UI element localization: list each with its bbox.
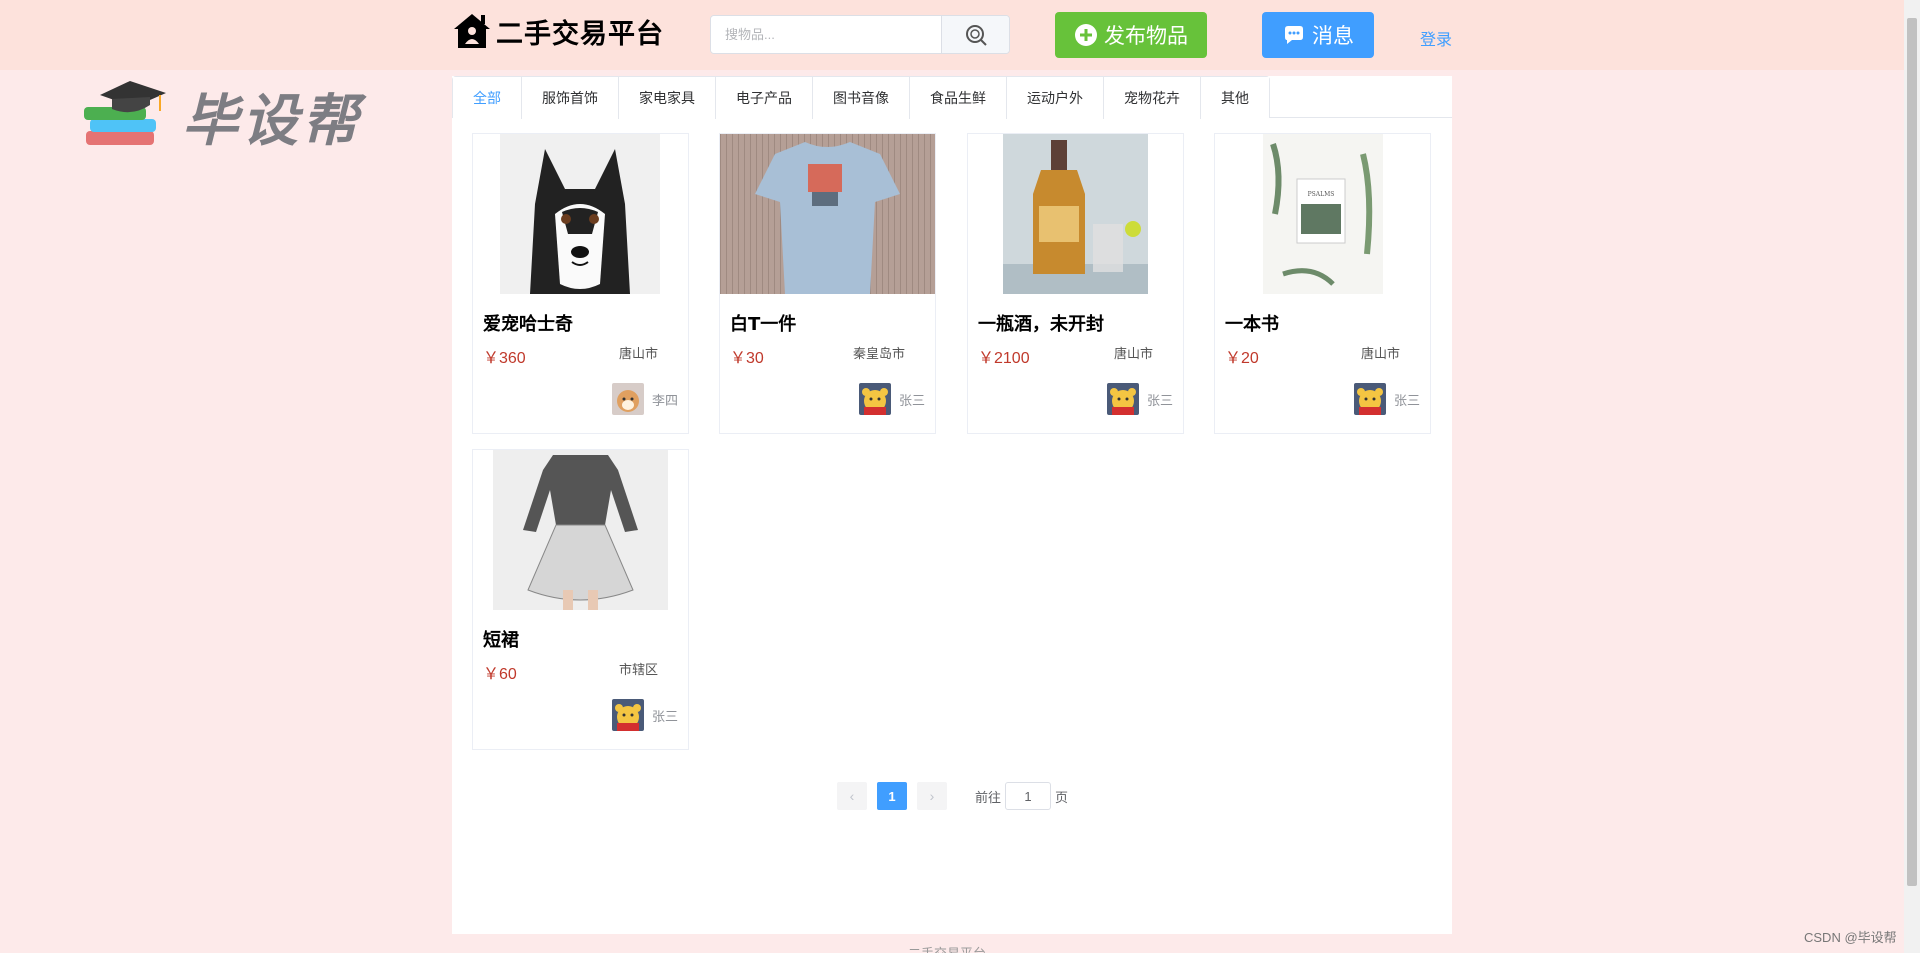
avatar	[611, 699, 644, 731]
search-button[interactable]	[941, 16, 1009, 53]
product-seller: 张三	[611, 699, 678, 731]
prev-page-button[interactable]: ‹	[837, 782, 867, 810]
page-number-current[interactable]: 1	[877, 782, 907, 810]
seller-name: 张三	[651, 708, 678, 724]
product-image	[500, 134, 660, 294]
top-header: 二手交易平台 发布物品 消息 登录	[0, 0, 1904, 70]
tab-clothing[interactable]: 服饰首饰	[521, 77, 618, 119]
seller-name: 张三	[1146, 392, 1173, 408]
message-label: 消息	[1312, 24, 1354, 48]
next-page-button[interactable]: ›	[917, 782, 947, 810]
avatar	[858, 383, 891, 415]
avatar	[1353, 383, 1386, 415]
product-price: ￥30	[730, 350, 764, 367]
product-seller: 李四	[611, 383, 678, 415]
message-button[interactable]: 消息	[1262, 12, 1374, 58]
product-title: 一瓶酒，未开封	[978, 314, 1104, 335]
tab-pets-flowers[interactable]: 宠物花卉	[1103, 77, 1200, 119]
house-icon	[454, 14, 490, 48]
product-card[interactable]: 爱宠哈士奇 ￥360 唐山市 李四	[472, 133, 689, 434]
product-image	[1003, 134, 1148, 294]
product-seller: 张三	[858, 383, 925, 415]
site-logo[interactable]: 二手交易平台	[452, 8, 664, 54]
product-image: PSALMS	[1263, 134, 1383, 294]
tab-sports[interactable]: 运动户外	[1006, 77, 1103, 119]
scrollbar-thumb[interactable]	[1907, 18, 1917, 886]
tab-electronics[interactable]: 电子产品	[715, 77, 812, 119]
search-box	[710, 15, 1010, 54]
books-graduation-cap-icon	[84, 81, 166, 145]
tab-all[interactable]: 全部	[453, 77, 521, 119]
product-price: ￥60	[483, 666, 517, 683]
product-price: ￥2100	[978, 350, 1030, 367]
corner-watermark: CSDN @毕设帮	[1804, 930, 1897, 945]
publish-label: 发布物品	[1104, 24, 1188, 48]
goto-label: 前往	[975, 789, 1002, 805]
goto-page: 前往 页	[975, 782, 1068, 810]
category-tabs: 全部 服饰首饰 家电家具 电子产品 图书音像 食品生鲜 运动户外 宠物花卉 其他	[452, 76, 1270, 119]
product-title: 一本书	[1225, 314, 1279, 335]
footer-text: 二手交易平台	[908, 943, 986, 953]
main-panel: 全部 服饰首饰 家电家具 电子产品 图书音像 食品生鲜 运动户外 宠物花卉 其他…	[452, 76, 1452, 934]
add-circle-icon	[1075, 24, 1097, 46]
avatar	[1106, 383, 1139, 415]
tab-food[interactable]: 食品生鲜	[909, 77, 1006, 119]
product-city: 唐山市	[1360, 346, 1400, 361]
pagination: ‹ 1 › 前往 页	[837, 782, 1068, 810]
product-title: 短裙	[483, 630, 519, 651]
seller-name: 李四	[651, 392, 678, 408]
product-seller: 张三	[1353, 383, 1420, 415]
product-seller: 张三	[1106, 383, 1173, 415]
svg-text:PSALMS: PSALMS	[1308, 191, 1335, 198]
product-image	[720, 134, 935, 294]
page-suffix: 页	[1055, 789, 1069, 805]
product-title: 白T一件	[730, 314, 797, 335]
product-city: 唐山市	[1113, 346, 1153, 361]
product-city: 市辖区	[618, 662, 658, 677]
message-icon	[1285, 26, 1303, 44]
watermark-text: 毕设帮	[182, 88, 362, 154]
product-card[interactable]: PSALMS 一本书 ￥20 唐山市 张三	[1214, 133, 1431, 434]
tab-books[interactable]: 图书音像	[812, 77, 909, 119]
product-city: 秦皇岛市	[852, 346, 905, 361]
avatar	[611, 383, 644, 415]
vertical-scrollbar[interactable]	[1904, 0, 1920, 953]
tab-furniture[interactable]: 家电家具	[618, 77, 715, 119]
search-input[interactable]	[711, 16, 941, 53]
publish-button[interactable]: 发布物品	[1055, 12, 1207, 58]
seller-name: 张三	[898, 392, 925, 408]
seller-name: 张三	[1393, 392, 1420, 408]
search-icon	[965, 24, 987, 46]
product-price: ￥20	[1225, 350, 1259, 367]
watermark-logo: 毕设帮	[80, 75, 380, 157]
goto-page-input[interactable]	[1005, 782, 1052, 810]
product-city: 唐山市	[618, 346, 658, 361]
site-title: 二手交易平台	[496, 18, 664, 50]
product-image	[493, 450, 668, 610]
product-card[interactable]: 白T一件 ￥30 秦皇岛市 张三	[719, 133, 936, 434]
tab-other[interactable]: 其他	[1200, 77, 1269, 119]
product-card[interactable]: 短裙 ￥60 市辖区 张三	[472, 449, 689, 750]
product-title: 爱宠哈士奇	[483, 314, 573, 335]
product-card[interactable]: 一瓶酒，未开封 ￥2100 唐山市 张三	[967, 133, 1184, 434]
product-price: ￥360	[483, 350, 526, 367]
login-link[interactable]: 登录	[1420, 26, 1452, 50]
